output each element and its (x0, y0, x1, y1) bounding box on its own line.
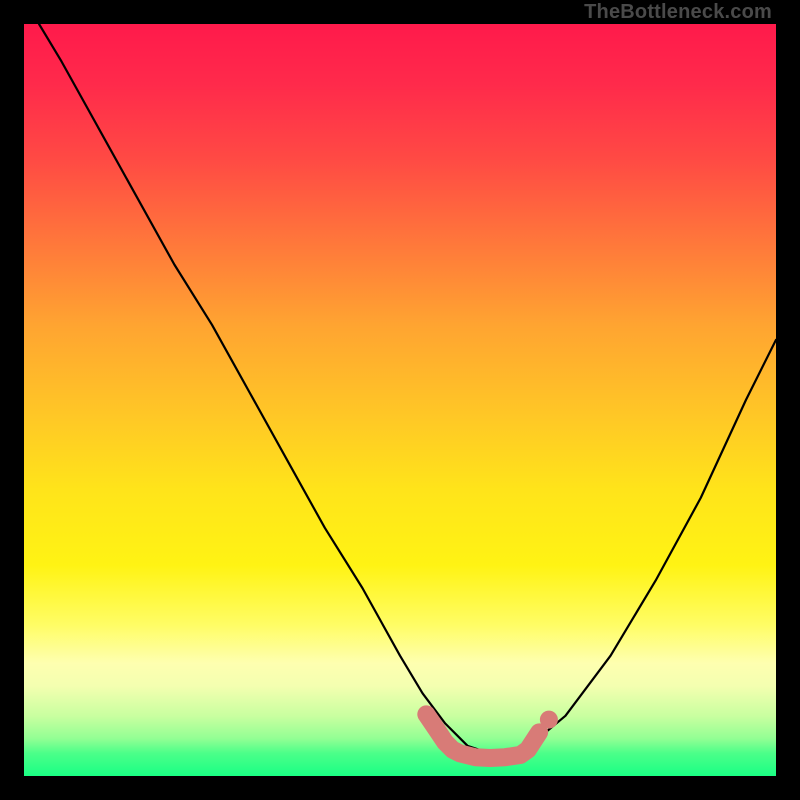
right-dot (540, 711, 558, 729)
plot-area (24, 24, 776, 776)
main-curve (39, 24, 776, 753)
watermark-text: TheBottleneck.com (584, 1, 772, 24)
curves-svg (24, 24, 776, 776)
chart-frame: TheBottleneck.com (0, 0, 800, 800)
